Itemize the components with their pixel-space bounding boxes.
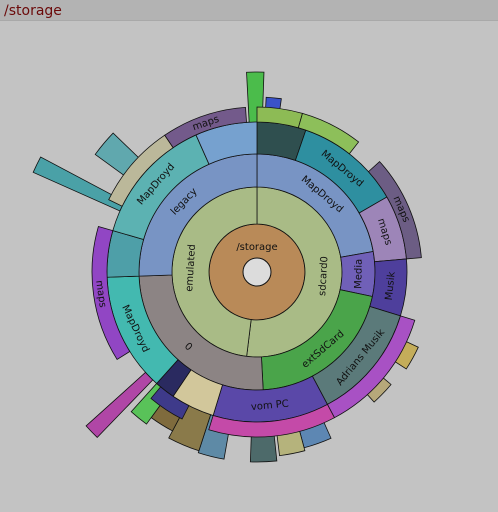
disk-usage-sunburst-chart[interactable]: sdcard0emulatedMapDroydMediaextSdCard0le… (0, 0, 498, 512)
root-label: /storage (236, 242, 277, 253)
center-hole (242, 257, 272, 287)
segment-label-media: Media (353, 259, 365, 289)
